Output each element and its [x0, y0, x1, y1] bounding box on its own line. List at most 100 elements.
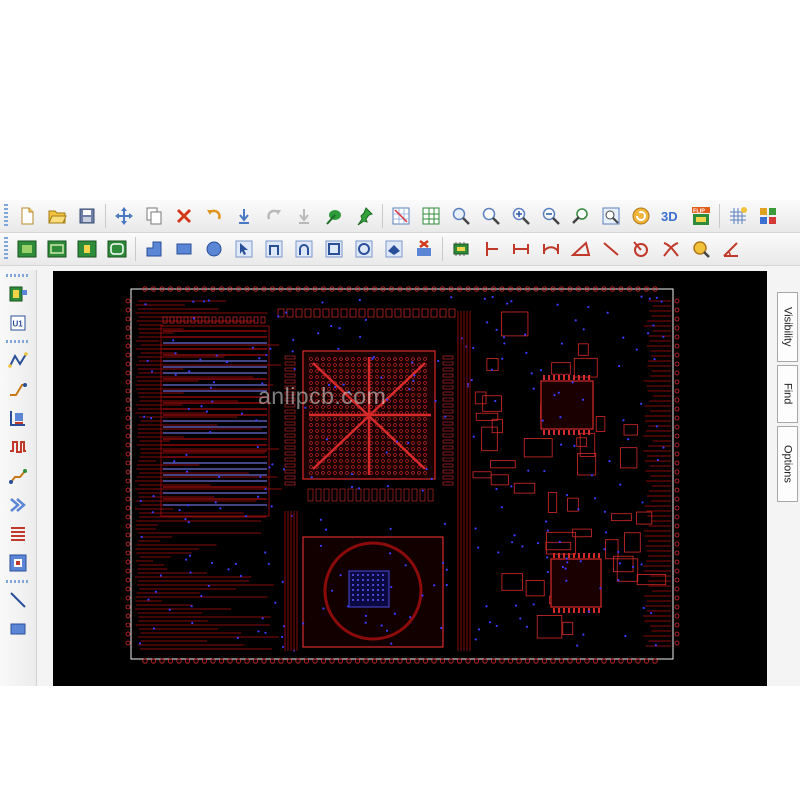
3d-view-icon[interactable]: 3D [658, 203, 684, 229]
angle-tool-icon[interactable] [718, 236, 744, 262]
via [519, 617, 522, 620]
tab-options[interactable]: Options [777, 426, 798, 502]
via [622, 336, 625, 339]
delete-pad-icon[interactable] [411, 236, 437, 262]
dimension-arc-icon[interactable] [538, 236, 564, 262]
via [532, 387, 535, 390]
grid-icon[interactable] [725, 203, 751, 229]
move-icon[interactable] [111, 203, 137, 229]
line-draw-icon[interactable] [5, 587, 31, 613]
qfn-pin [558, 375, 560, 380]
drc-check-icon[interactable] [5, 550, 31, 576]
qfn-pin [568, 430, 570, 435]
undo-icon[interactable] [201, 203, 227, 229]
component-place-icon[interactable] [5, 281, 31, 307]
toolbar-grip[interactable] [6, 274, 30, 277]
smd-pad [232, 316, 238, 324]
arrow-select-icon[interactable] [231, 236, 257, 262]
toolbar-grip[interactable] [6, 580, 30, 583]
via [200, 405, 203, 408]
qfn-pin [588, 430, 590, 435]
redo-icon[interactable] [261, 203, 287, 229]
layer-bottom-icon[interactable] [104, 236, 130, 262]
new-file-icon[interactable] [14, 203, 40, 229]
refresh-icon[interactable] [628, 203, 654, 229]
toolbar-grip[interactable] [6, 340, 30, 343]
smd-pad [442, 433, 454, 438]
grid-select-icon[interactable] [388, 203, 414, 229]
square-icon[interactable] [321, 236, 347, 262]
save-icon[interactable] [74, 203, 100, 229]
dimension-icon[interactable] [508, 236, 534, 262]
edge-pad [125, 370, 131, 376]
copy-icon[interactable] [141, 203, 167, 229]
watermark-text: anlipcb.com [258, 383, 387, 409]
toolbar-grip[interactable] [4, 204, 8, 228]
open-folder-icon[interactable] [44, 203, 70, 229]
tab-visibility[interactable]: Visibility [777, 292, 798, 362]
arc-route-icon[interactable] [261, 236, 287, 262]
zoom-out-icon[interactable] [538, 203, 564, 229]
via [364, 318, 367, 321]
core-ball [357, 584, 359, 586]
layer-top-icon[interactable] [14, 236, 40, 262]
line-icon[interactable] [598, 236, 624, 262]
flip-board-icon[interactable]: FLIP [688, 203, 714, 229]
pin-icon[interactable] [351, 203, 377, 229]
smd-pad [442, 385, 454, 390]
rectangle-draw-icon[interactable] [5, 616, 31, 642]
dimension-start-icon[interactable] [478, 236, 504, 262]
smd-pad [442, 379, 454, 384]
download-icon[interactable] [231, 203, 257, 229]
layer-mid-icon[interactable] [74, 236, 100, 262]
fanout-icon[interactable] [5, 463, 31, 489]
pcb-canvas[interactable]: anlipcb.com [53, 271, 767, 686]
arc-round-icon[interactable] [291, 236, 317, 262]
via [364, 614, 368, 618]
route-trace-icon[interactable] [5, 347, 31, 373]
tab-find[interactable]: Find [777, 365, 798, 423]
edge-pad [674, 604, 680, 610]
via [209, 386, 212, 389]
component-icon[interactable] [448, 236, 474, 262]
via [514, 604, 518, 607]
layer-stack-icon[interactable] [5, 521, 31, 547]
corner-shape-icon[interactable] [141, 236, 167, 262]
circle-cut-icon[interactable] [628, 236, 654, 262]
zoom-fit-icon[interactable] [478, 203, 504, 229]
via [174, 352, 177, 355]
board-edge-icon[interactable] [5, 405, 31, 431]
meander-icon[interactable] [5, 434, 31, 460]
via [205, 410, 208, 413]
smd-pad [313, 308, 321, 318]
grid-green-icon[interactable] [418, 203, 444, 229]
square-circle-icon[interactable] [351, 236, 377, 262]
delete-icon[interactable] [171, 203, 197, 229]
green-leaf-icon[interactable] [321, 203, 347, 229]
zoom-area-icon[interactable] [448, 203, 474, 229]
via [565, 557, 568, 560]
toolbar-grip[interactable] [4, 237, 8, 261]
u1-part-icon[interactable]: U1 [5, 310, 31, 336]
via [662, 446, 665, 449]
angle-icon[interactable] [568, 236, 594, 262]
zoom-component-icon[interactable] [688, 236, 714, 262]
qfn-pin [568, 375, 570, 380]
layers-icon[interactable] [755, 203, 781, 229]
zoom-prev-icon[interactable] [568, 203, 594, 229]
layer-inner-icon[interactable] [44, 236, 70, 262]
rectangle-icon[interactable] [171, 236, 197, 262]
smd-pad [430, 308, 438, 318]
via [603, 510, 606, 513]
cross-icon[interactable] [658, 236, 684, 262]
qfn-pin [553, 608, 555, 613]
zoom-window-icon[interactable] [598, 203, 624, 229]
pad-icon[interactable] [381, 236, 407, 262]
bus-route-icon[interactable] [5, 492, 31, 518]
smd-pad [331, 488, 338, 502]
zoom-in-icon[interactable] [508, 203, 534, 229]
circle-icon[interactable] [201, 236, 227, 262]
smd-pad [340, 308, 348, 318]
import-icon[interactable] [291, 203, 317, 229]
route-diff-icon[interactable] [5, 376, 31, 402]
